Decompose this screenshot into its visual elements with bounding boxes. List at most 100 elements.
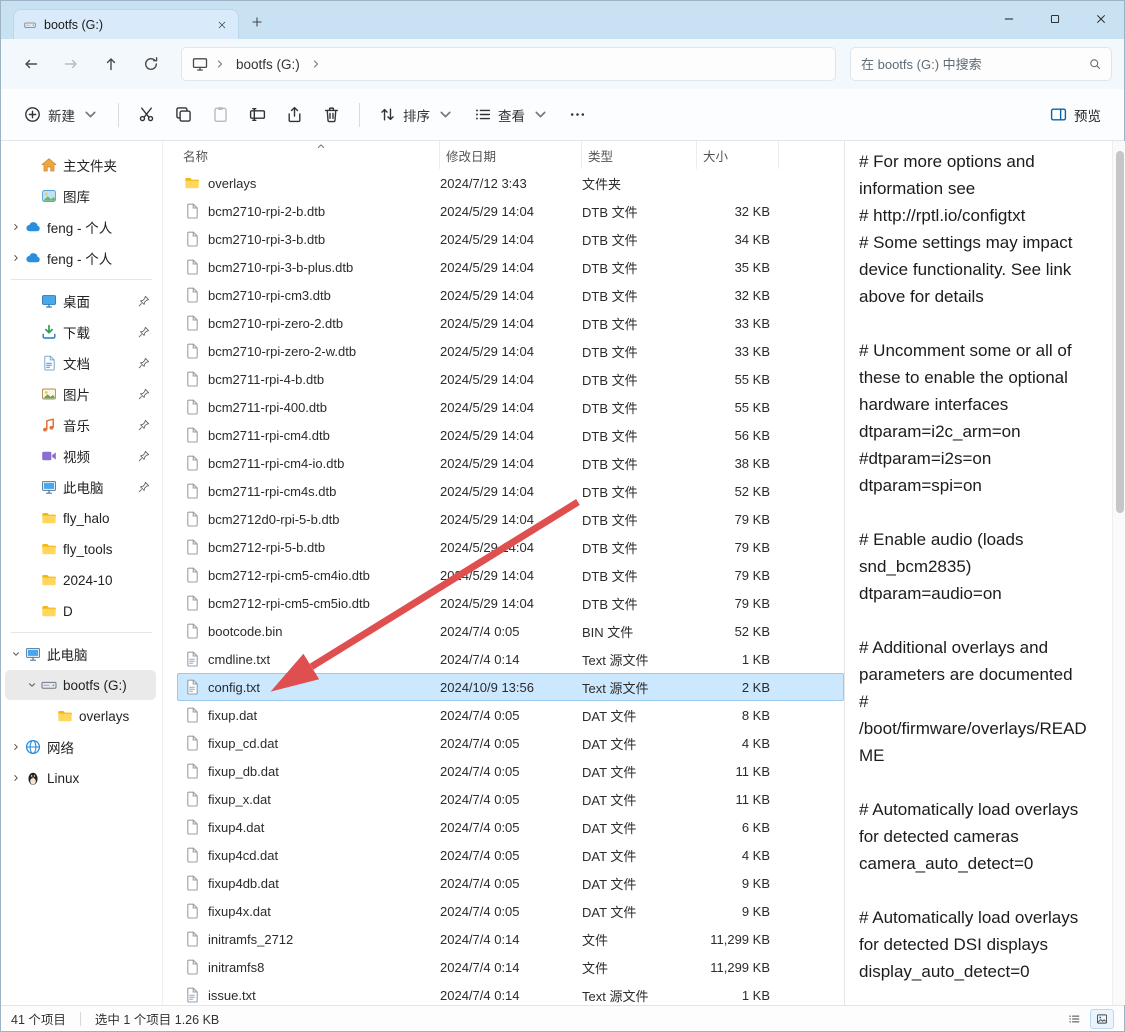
file-row[interactable]: bcm2710-rpi-cm3.dtb2024/5/29 14:04DTB 文件… (177, 281, 844, 309)
sidebar-item-this-pc-pinned[interactable]: 此电脑 (5, 472, 156, 502)
sidebar-item-downloads[interactable]: 下载 (5, 317, 156, 347)
file-row[interactable]: bootcode.bin2024/7/4 0:05BIN 文件52 KB (177, 617, 844, 645)
file-row[interactable]: bcm2710-rpi-3-b-plus.dtb2024/5/29 14:04D… (177, 253, 844, 281)
file-row[interactable]: fixup_cd.dat2024/7/4 0:05DAT 文件4 KB (177, 729, 844, 757)
file-row[interactable]: bcm2710-rpi-2-b.dtb2024/5/29 14:04DTB 文件… (177, 197, 844, 225)
file-row[interactable]: issue.txt2024/7/4 0:14Text 源文件1 KB (177, 981, 844, 1005)
maximize-button[interactable] (1032, 1, 1078, 37)
sidebar-item-home[interactable]: 主文件夹 (5, 150, 156, 180)
file-row[interactable]: fixup_db.dat2024/7/4 0:05DAT 文件11 KB (177, 757, 844, 785)
file-name: fixup4db.dat (208, 876, 279, 891)
file-size: 56 KB (697, 428, 780, 443)
refresh-button[interactable] (133, 47, 169, 81)
file-row[interactable]: fixup4db.dat2024/7/4 0:05DAT 文件9 KB (177, 869, 844, 897)
file-row[interactable]: initramfs_27122024/7/4 0:14文件11,299 KB (177, 925, 844, 953)
cut-button[interactable] (129, 97, 164, 133)
file-row[interactable]: bcm2711-rpi-cm4s.dtb2024/5/29 14:04DTB 文… (177, 477, 844, 505)
sidebar-item-onedrive-feng-1[interactable]: feng - 个人 (5, 212, 156, 242)
view-button[interactable]: 查看 (465, 97, 558, 133)
sidebar-item-overlays[interactable]: overlays (5, 701, 156, 731)
file-row[interactable]: bcm2711-rpi-cm4-io.dtb2024/5/29 14:04DTB… (177, 449, 844, 477)
sidebar-item-documents[interactable]: 文档 (5, 348, 156, 378)
column-header-name[interactable]: 名称 (177, 141, 439, 169)
share-button[interactable] (277, 97, 312, 133)
chevron-right-icon[interactable] (7, 770, 25, 786)
chevron-right-icon[interactable] (7, 219, 25, 235)
file-row[interactable]: bcm2710-rpi-3-b.dtb2024/5/29 14:04DTB 文件… (177, 225, 844, 253)
address-bar[interactable]: bootfs (G:) (181, 47, 836, 81)
explorer-tab[interactable]: bootfs (G:) (13, 9, 239, 39)
preview-blank-line (859, 985, 1098, 1005)
sidebar-item-onedrive-feng-2[interactable]: feng - 个人 (5, 243, 156, 273)
thumbnails-view-button[interactable] (1090, 1009, 1114, 1029)
file-icon (184, 427, 200, 443)
file-row[interactable]: bcm2712-rpi-cm5-cm4io.dtb2024/5/29 14:04… (177, 561, 844, 589)
rename-button[interactable] (240, 97, 275, 133)
file-row[interactable]: bcm2710-rpi-zero-2-w.dtb2024/5/29 14:04D… (177, 337, 844, 365)
file-icon (184, 847, 200, 863)
back-button[interactable] (13, 47, 49, 81)
sidebar-item-fly-tools[interactable]: fly_tools (5, 534, 156, 564)
text-file-icon (184, 679, 200, 695)
file-row[interactable]: fixup4.dat2024/7/4 0:05DAT 文件6 KB (177, 813, 844, 841)
chevron-down-icon[interactable] (23, 677, 41, 693)
copy-button[interactable] (166, 97, 201, 133)
sidebar-item-videos[interactable]: 视频 (5, 441, 156, 471)
preview-line: #dtparam=i2s=on (859, 445, 1098, 472)
column-header-type[interactable]: 类型 (581, 141, 696, 169)
close-button[interactable] (1078, 1, 1124, 37)
file-row[interactable]: bcm2710-rpi-zero-2.dtb2024/5/29 14:04DTB… (177, 309, 844, 337)
sort-button[interactable]: 排序 (370, 97, 463, 133)
file-row[interactable]: bcm2711-rpi-cm4.dtb2024/5/29 14:04DTB 文件… (177, 421, 844, 449)
file-row[interactable]: fixup4x.dat2024/7/4 0:05DAT 文件9 KB (177, 897, 844, 925)
sidebar-item-this-pc[interactable]: 此电脑 (5, 639, 156, 669)
sidebar-item-linux[interactable]: Linux (5, 763, 156, 793)
up-button[interactable] (93, 47, 129, 81)
sidebar-item-music[interactable]: 音乐 (5, 410, 156, 440)
delete-button[interactable] (314, 97, 349, 133)
sidebar-item-pictures[interactable]: 图片 (5, 379, 156, 409)
sidebar-item-network[interactable]: 网络 (5, 732, 156, 762)
minimize-button[interactable] (986, 1, 1032, 37)
more-button[interactable] (560, 97, 595, 133)
search-input[interactable] (861, 57, 1081, 72)
file-row[interactable]: fixup.dat2024/7/4 0:05DAT 文件8 KB (177, 701, 844, 729)
file-icon (184, 567, 200, 583)
preview-scrollbar[interactable] (1112, 141, 1125, 1005)
search-box[interactable] (850, 47, 1112, 81)
sort-icon (379, 106, 396, 123)
chevron-right-icon[interactable] (7, 739, 25, 755)
details-view-button[interactable] (1062, 1009, 1086, 1029)
file-row[interactable]: overlays2024/7/12 3:43文件夹 (177, 169, 844, 197)
file-row[interactable]: fixup_x.dat2024/7/4 0:05DAT 文件11 KB (177, 785, 844, 813)
sidebar-item-bootfs-g[interactable]: bootfs (G:) (5, 670, 156, 700)
breadcrumb-drive[interactable]: bootfs (G:) (232, 55, 304, 74)
chevron-right-icon[interactable] (7, 250, 25, 266)
new-tab-button[interactable] (245, 10, 269, 34)
file-row[interactable]: initramfs82024/7/4 0:14文件11,299 KB (177, 953, 844, 981)
sidebar-item-fly-halo[interactable]: fly_halo (5, 503, 156, 533)
scrollbar-thumb[interactable] (1116, 151, 1124, 513)
sidebar-item-desktop[interactable]: 桌面 (5, 286, 156, 316)
tab-close-button[interactable] (212, 15, 232, 35)
pc-icon (25, 646, 43, 662)
paste-button[interactable] (203, 97, 238, 133)
file-row[interactable]: bcm2711-rpi-4-b.dtb2024/5/29 14:04DTB 文件… (177, 365, 844, 393)
file-row[interactable]: fixup4cd.dat2024/7/4 0:05DAT 文件4 KB (177, 841, 844, 869)
sidebar-item-2024-10[interactable]: 2024-10 (5, 565, 156, 595)
sidebar-item-gallery[interactable]: 图库 (5, 181, 156, 211)
file-row[interactable]: config.txt2024/10/9 13:56Text 源文件2 KB (177, 673, 844, 701)
column-header-size[interactable]: 大小 (696, 141, 779, 169)
file-row[interactable]: bcm2712-rpi-5-b.dtb2024/5/29 14:04DTB 文件… (177, 533, 844, 561)
file-row[interactable]: bcm2712d0-rpi-5-b.dtb2024/5/29 14:04DTB … (177, 505, 844, 533)
preview-toggle-button[interactable]: 预览 (1041, 97, 1110, 133)
new-button[interactable]: 新建 (15, 97, 108, 133)
preview-blank-line (859, 499, 1098, 526)
forward-button[interactable] (53, 47, 89, 81)
chevron-down-icon[interactable] (7, 646, 25, 662)
sidebar-item-d[interactable]: D (5, 596, 156, 626)
file-row[interactable]: bcm2711-rpi-400.dtb2024/5/29 14:04DTB 文件… (177, 393, 844, 421)
file-row[interactable]: bcm2712-rpi-cm5-cm5io.dtb2024/5/29 14:04… (177, 589, 844, 617)
file-row[interactable]: cmdline.txt2024/7/4 0:14Text 源文件1 KB (177, 645, 844, 673)
column-header-date[interactable]: 修改日期 (439, 141, 581, 169)
